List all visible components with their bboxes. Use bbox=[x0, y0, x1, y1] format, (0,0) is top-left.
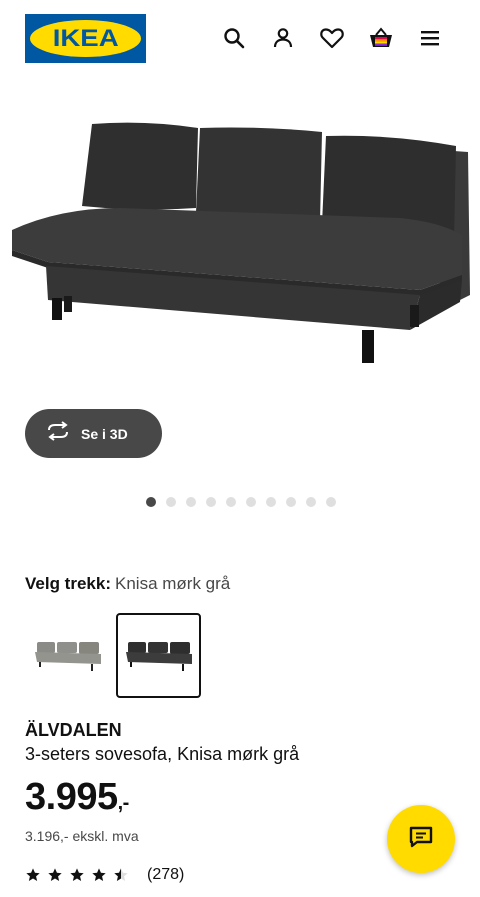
carousel-dot[interactable] bbox=[286, 497, 296, 507]
star-icon bbox=[48, 868, 62, 881]
cover-label: Velg trekk: bbox=[25, 574, 111, 593]
star-icon bbox=[26, 868, 40, 881]
chat-icon bbox=[408, 825, 434, 854]
basket-icon[interactable] bbox=[367, 24, 395, 52]
product-name: ÄLVDALEN bbox=[25, 720, 122, 740]
carousel-dot[interactable] bbox=[306, 497, 316, 507]
carousel-dot[interactable] bbox=[206, 497, 216, 507]
star-icon bbox=[92, 868, 106, 881]
menu-icon[interactable] bbox=[416, 24, 444, 52]
product-rating[interactable]: (278) bbox=[25, 866, 184, 884]
header: IKEA bbox=[0, 0, 480, 80]
half-star-icon bbox=[114, 868, 128, 881]
ikea-logo[interactable]: IKEA bbox=[25, 14, 146, 63]
view-3d-label: Se i 3D bbox=[81, 425, 128, 442]
product-description: 3-seters sovesofa, Knisa mørk grå bbox=[25, 744, 300, 764]
review-count: (278) bbox=[147, 866, 185, 883]
search-icon[interactable] bbox=[220, 24, 248, 52]
cover-option-light-grey[interactable] bbox=[25, 613, 110, 698]
rotate-3d-icon bbox=[45, 421, 71, 446]
cover-value: Knisa mørk grå bbox=[115, 574, 231, 593]
chat-button[interactable] bbox=[387, 805, 455, 873]
view-3d-button[interactable]: Se i 3D bbox=[25, 409, 162, 458]
carousel-dot[interactable] bbox=[146, 497, 156, 507]
carousel-dot[interactable] bbox=[186, 497, 196, 507]
cover-option-dark-grey[interactable] bbox=[116, 613, 201, 698]
user-icon[interactable] bbox=[269, 24, 297, 52]
carousel-dot[interactable] bbox=[166, 497, 176, 507]
carousel-dot[interactable] bbox=[226, 497, 236, 507]
carousel-dots bbox=[146, 497, 336, 507]
carousel-dot[interactable] bbox=[246, 497, 256, 507]
logo-text: IKEA bbox=[52, 24, 119, 52]
star-icon bbox=[70, 868, 84, 881]
product-price: 3.995,- bbox=[25, 776, 129, 819]
cover-selection: Velg trekk: Knisa mørk grå bbox=[25, 574, 230, 594]
price-ex-vat: 3.196,- ekskl. mva bbox=[25, 828, 139, 844]
heart-icon[interactable] bbox=[318, 24, 346, 52]
logo-oval: IKEA bbox=[30, 20, 141, 57]
price-value: 3.995 bbox=[25, 776, 118, 818]
price-suffix: ,- bbox=[117, 792, 130, 814]
carousel-dot[interactable] bbox=[266, 497, 276, 507]
carousel-dot[interactable] bbox=[326, 497, 336, 507]
product-image[interactable] bbox=[0, 90, 480, 390]
